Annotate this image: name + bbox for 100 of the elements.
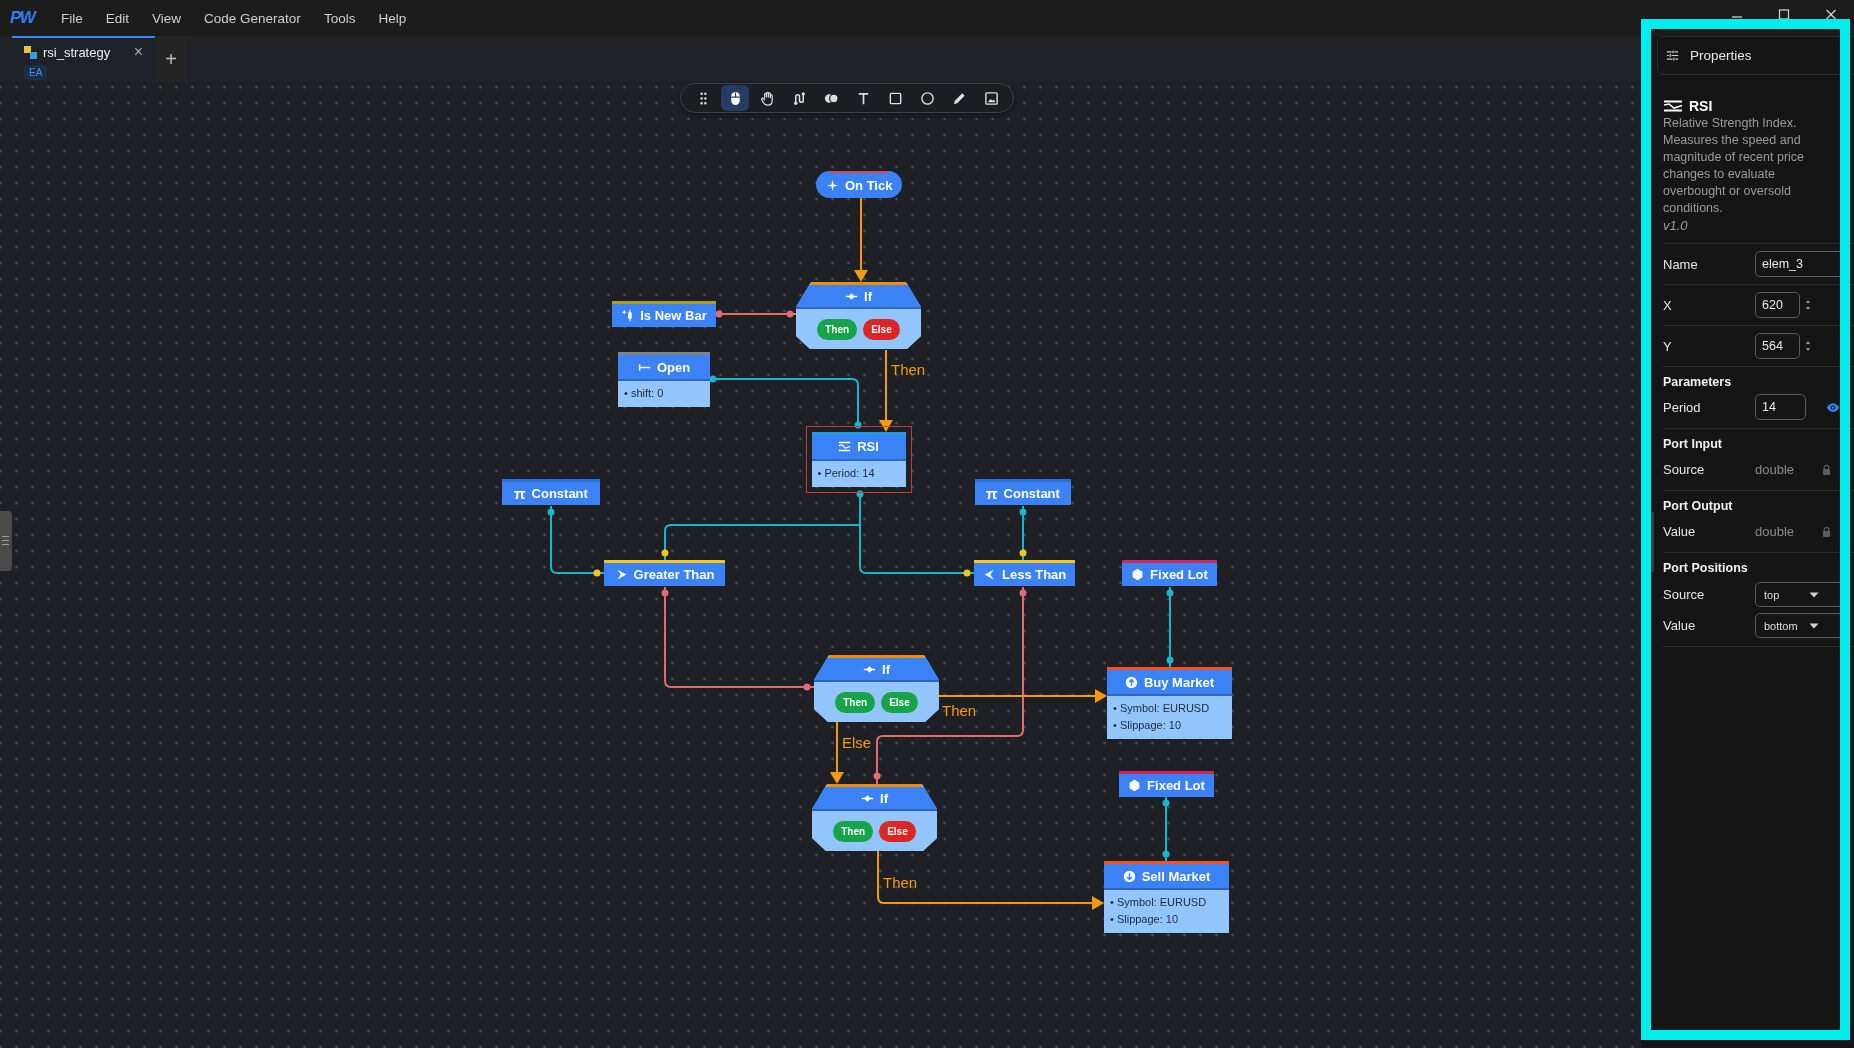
node-title: On Tick [845,178,893,193]
hexagon-icon [1131,568,1145,581]
parameter-text: • shift: 0 [624,386,665,401]
flow-arrow [830,721,844,784]
resize-handle[interactable] [1651,512,1654,572]
parameter-text: • Slippage: 10 [1110,912,1180,927]
branch-badge: Then [817,318,858,340]
node-title: Open [656,359,691,375]
node-title: Greater Than [633,567,715,582]
type-text: double [1755,461,1796,477]
condition-node[interactable]: If Then Else [812,784,937,851]
flow-node[interactable]: RSI • Period: 14 [805,425,912,493]
menu-item[interactable]: Help [377,8,408,28]
condition-node[interactable]: If Then Else [814,655,939,722]
node-title: If [882,661,890,677]
arrow-up-circle-icon [1124,675,1138,689]
version-text: v1.0 [1663,217,1689,234]
section-heading: Parameters [1663,374,1733,390]
parameter-text: • Slippage: 10 [1113,718,1183,733]
menu-item[interactable]: Tools [322,8,357,28]
number-input[interactable]: 564 [1755,333,1800,359]
document-tab[interactable]: rsi_strategy × EA [12,36,155,82]
app-logo: PW [10,8,38,28]
node-title: If [880,790,888,806]
eye-icon[interactable] [1826,401,1840,413]
condition-node[interactable]: If Then Else [796,282,921,349]
section-heading: Port Input [1663,436,1723,452]
connector-line [1162,796,1170,862]
file-type-badge: EA [24,65,48,80]
file-type-icon [24,45,37,59]
constant-symbol: π [986,485,998,502]
wave-lines-icon [1663,100,1683,112]
node-title: Constant [1003,486,1060,501]
candle-sparkle-icon [621,309,635,322]
square-icon [887,90,903,106]
wave-lines-icon [838,440,852,453]
field-label: Source [1663,587,1706,602]
description-text: Relative Strength Index. Measures the speed and magnitude of recent price changes to evaluate overbought or oversold conditions. [1663,115,1806,217]
type-text: double [1755,523,1796,539]
close-tab-button[interactable]: × [131,44,145,60]
node-title: Less Than [1002,567,1067,582]
node-title: RSI [857,439,879,454]
sliders-icon [1666,49,1679,62]
branch-badge: Else [879,820,916,842]
caret-down-icon [1809,591,1819,598]
branch-badge: Else [863,318,900,340]
sparkle-icon [826,179,839,192]
arrow-down-circle-icon [1122,869,1136,883]
menu-item[interactable]: Edit [104,8,131,28]
field-label: Value [1663,523,1697,539]
maximize-icon[interactable] [1778,8,1790,19]
field-label: Period [1663,399,1702,415]
edge-label: Then [891,361,926,379]
hand-icon [759,90,775,106]
section-heading: Port Output [1663,498,1734,514]
constant-symbol: π [514,485,526,502]
stepper-icon[interactable] [1805,299,1811,311]
node-title: If [864,288,872,304]
caret-down-icon [1809,622,1819,629]
menu-item[interactable]: Code Generator [203,8,302,28]
node-title: Constant [531,486,588,501]
section-heading: Port Positions [1663,560,1749,576]
parameter-text: • Period: 14 [817,465,876,481]
field-label: Source [1663,461,1706,477]
connector-line [1019,505,1027,561]
circle-icon [919,90,935,106]
connector-line [547,505,605,577]
node-title: Is New Bar [640,308,707,323]
stepper-icon[interactable] [1805,340,1811,352]
chevron-left-icon [983,568,996,581]
event-node[interactable]: On Tick [816,171,903,198]
parameter-text: • Symbol: EURUSD [1110,895,1208,910]
node-title: Buy Market [1143,674,1215,690]
panel-title: Properties [1690,48,1752,63]
number-input[interactable]: 620 [1755,292,1800,318]
edge-label: Then [942,702,977,720]
field-label: Y [1663,338,1673,354]
field-label: Name [1663,256,1699,272]
edge-label: Then [883,874,918,892]
panel-handle[interactable] [0,511,12,571]
node-title: Fixed Lot [1147,778,1205,793]
node-title: Sell Market [1141,868,1211,884]
close-icon[interactable] [1825,8,1837,19]
branch-badge: Then [835,691,876,713]
hexagon-icon [1128,779,1142,792]
edge-label: Else [842,734,872,752]
tool-button[interactable] [721,85,749,111]
node-name: RSI [1689,98,1713,114]
curve-path-icon [791,90,807,106]
image-icon [983,90,999,106]
branch-badge: Else [881,691,918,713]
parameter-text: • Symbol: EURUSD [1113,701,1211,716]
node-title: Fixed Lot [1150,567,1208,582]
branch-badge: Then [833,820,874,842]
field-label: X [1663,297,1673,313]
field-label: Value [1663,618,1697,633]
menu-item[interactable]: View [151,8,183,28]
menu-item[interactable]: File [60,8,84,28]
new-tab-button[interactable]: + [155,36,187,82]
number-input[interactable]: 14 [1755,394,1806,420]
